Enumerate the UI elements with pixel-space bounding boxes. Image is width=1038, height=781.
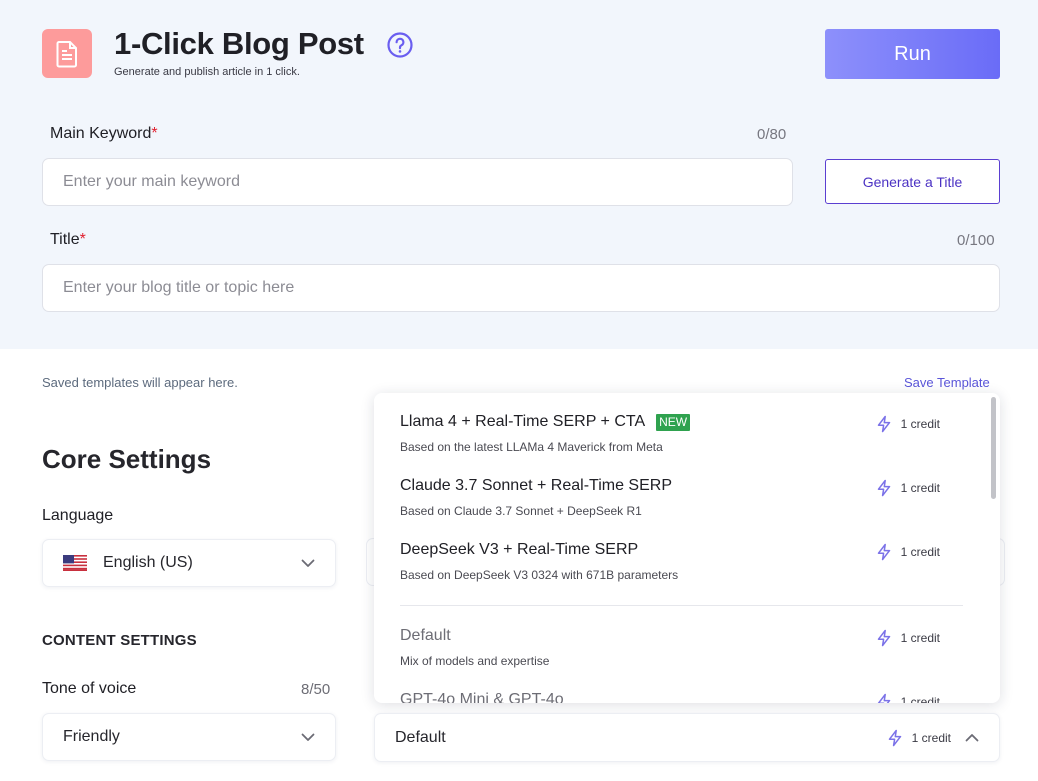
language-label: Language <box>42 507 114 524</box>
option-title: Llama 4 + Real-Time SERP + CTA <box>400 413 646 430</box>
lightning-bolt-icon <box>877 693 890 703</box>
page-title: 1-Click Blog Post <box>114 26 364 61</box>
credit-label: 1 credit <box>900 695 940 703</box>
document-icon <box>42 29 92 78</box>
question-circle-icon[interactable] <box>387 32 413 58</box>
title-input[interactable] <box>42 264 1000 312</box>
menu-divider <box>400 605 963 606</box>
model-option-llama[interactable]: Llama 4 + Real-Time SERP + CTA NEW Based … <box>400 413 966 454</box>
credit-label: 1 credit <box>911 730 951 745</box>
credit-cost: 1 credit <box>875 415 940 433</box>
credit-cost: 1 credit <box>875 629 940 647</box>
chevron-down-icon <box>301 559 315 567</box>
option-description: Based on DeepSeek V3 0324 with 671B para… <box>400 568 679 582</box>
credit-label: 1 credit <box>900 417 940 431</box>
run-button[interactable]: Run <box>825 29 1000 79</box>
model-select[interactable]: Default 1 credit <box>374 713 1000 762</box>
title-counter: 0/100 <box>957 232 995 249</box>
lightning-bolt-icon <box>877 629 890 647</box>
title-label-text: Title <box>50 231 80 248</box>
chevron-down-icon <box>301 733 315 741</box>
tone-label: Tone of voice <box>42 680 137 697</box>
core-settings-heading: Core Settings <box>42 444 212 474</box>
credit-label: 1 credit <box>900 545 940 559</box>
tone-value: Friendly <box>63 728 120 745</box>
model-option-claude[interactable]: Claude 3.7 Sonnet + Real-Time SERP Based… <box>400 477 966 518</box>
required-star: * <box>151 125 158 142</box>
option-title: Claude 3.7 Sonnet + Real-Time SERP <box>400 477 672 494</box>
model-option-default[interactable]: Default Mix of models and expertise 1 cr… <box>400 627 966 668</box>
content-settings-heading: CONTENT SETTINGS <box>42 632 197 649</box>
credit-label: 1 credit <box>900 631 940 645</box>
tone-select[interactable]: Friendly <box>42 713 336 761</box>
lightning-bolt-icon <box>888 729 901 746</box>
option-description: Based on the latest LLAMa 4 Maverick fro… <box>400 440 663 454</box>
model-option-deepseek[interactable]: DeepSeek V3 + Real-Time SERP Based on De… <box>400 541 966 582</box>
us-flag-icon <box>63 555 87 571</box>
saved-templates-note: Saved templates will appear here. <box>42 375 238 390</box>
language-select[interactable]: English (US) <box>42 539 336 587</box>
credit-cost: 1 credit <box>875 543 940 561</box>
main-keyword-label: Main Keyword* <box>50 125 158 143</box>
scrollbar-thumb[interactable] <box>991 397 996 499</box>
credit-label: 1 credit <box>900 481 940 495</box>
credit-cost: 1 credit <box>875 693 940 703</box>
lightning-bolt-icon <box>877 415 890 433</box>
language-value: English (US) <box>103 554 193 571</box>
option-title: DeepSeek V3 + Real-Time SERP <box>400 541 639 558</box>
generate-title-button[interactable]: Generate a Title <box>825 159 1000 204</box>
required-star: * <box>79 231 86 248</box>
new-badge: NEW <box>656 413 691 431</box>
main-keyword-input[interactable] <box>42 158 793 206</box>
title-label: Title* <box>50 231 86 249</box>
model-option-gpt4o[interactable]: GPT-4o Mini & GPT-4o 1 credit <box>400 691 966 703</box>
option-description: Based on Claude 3.7 Sonnet + DeepSeek R1 <box>400 504 642 518</box>
credit-cost: 1 credit <box>875 479 940 497</box>
save-template-link[interactable]: Save Template <box>904 375 990 390</box>
tone-counter: 8/50 <box>301 681 331 698</box>
option-description: Mix of models and expertise <box>400 654 550 668</box>
model-dropdown-menu: Llama 4 + Real-Time SERP + CTA NEW Based … <box>374 393 1000 703</box>
chevron-up-icon <box>965 734 979 742</box>
page-subtitle: Generate and publish article in 1 click. <box>114 66 300 78</box>
main-keyword-label-text: Main Keyword <box>50 125 152 142</box>
main-keyword-counter: 0/80 <box>757 126 787 143</box>
credit-cost: 1 credit <box>886 729 951 747</box>
option-title: GPT-4o Mini & GPT-4o <box>400 691 564 703</box>
lightning-bolt-icon <box>877 543 890 561</box>
option-title: Default <box>400 627 451 644</box>
model-select-value: Default <box>395 728 446 746</box>
lightning-bolt-icon <box>877 479 890 497</box>
